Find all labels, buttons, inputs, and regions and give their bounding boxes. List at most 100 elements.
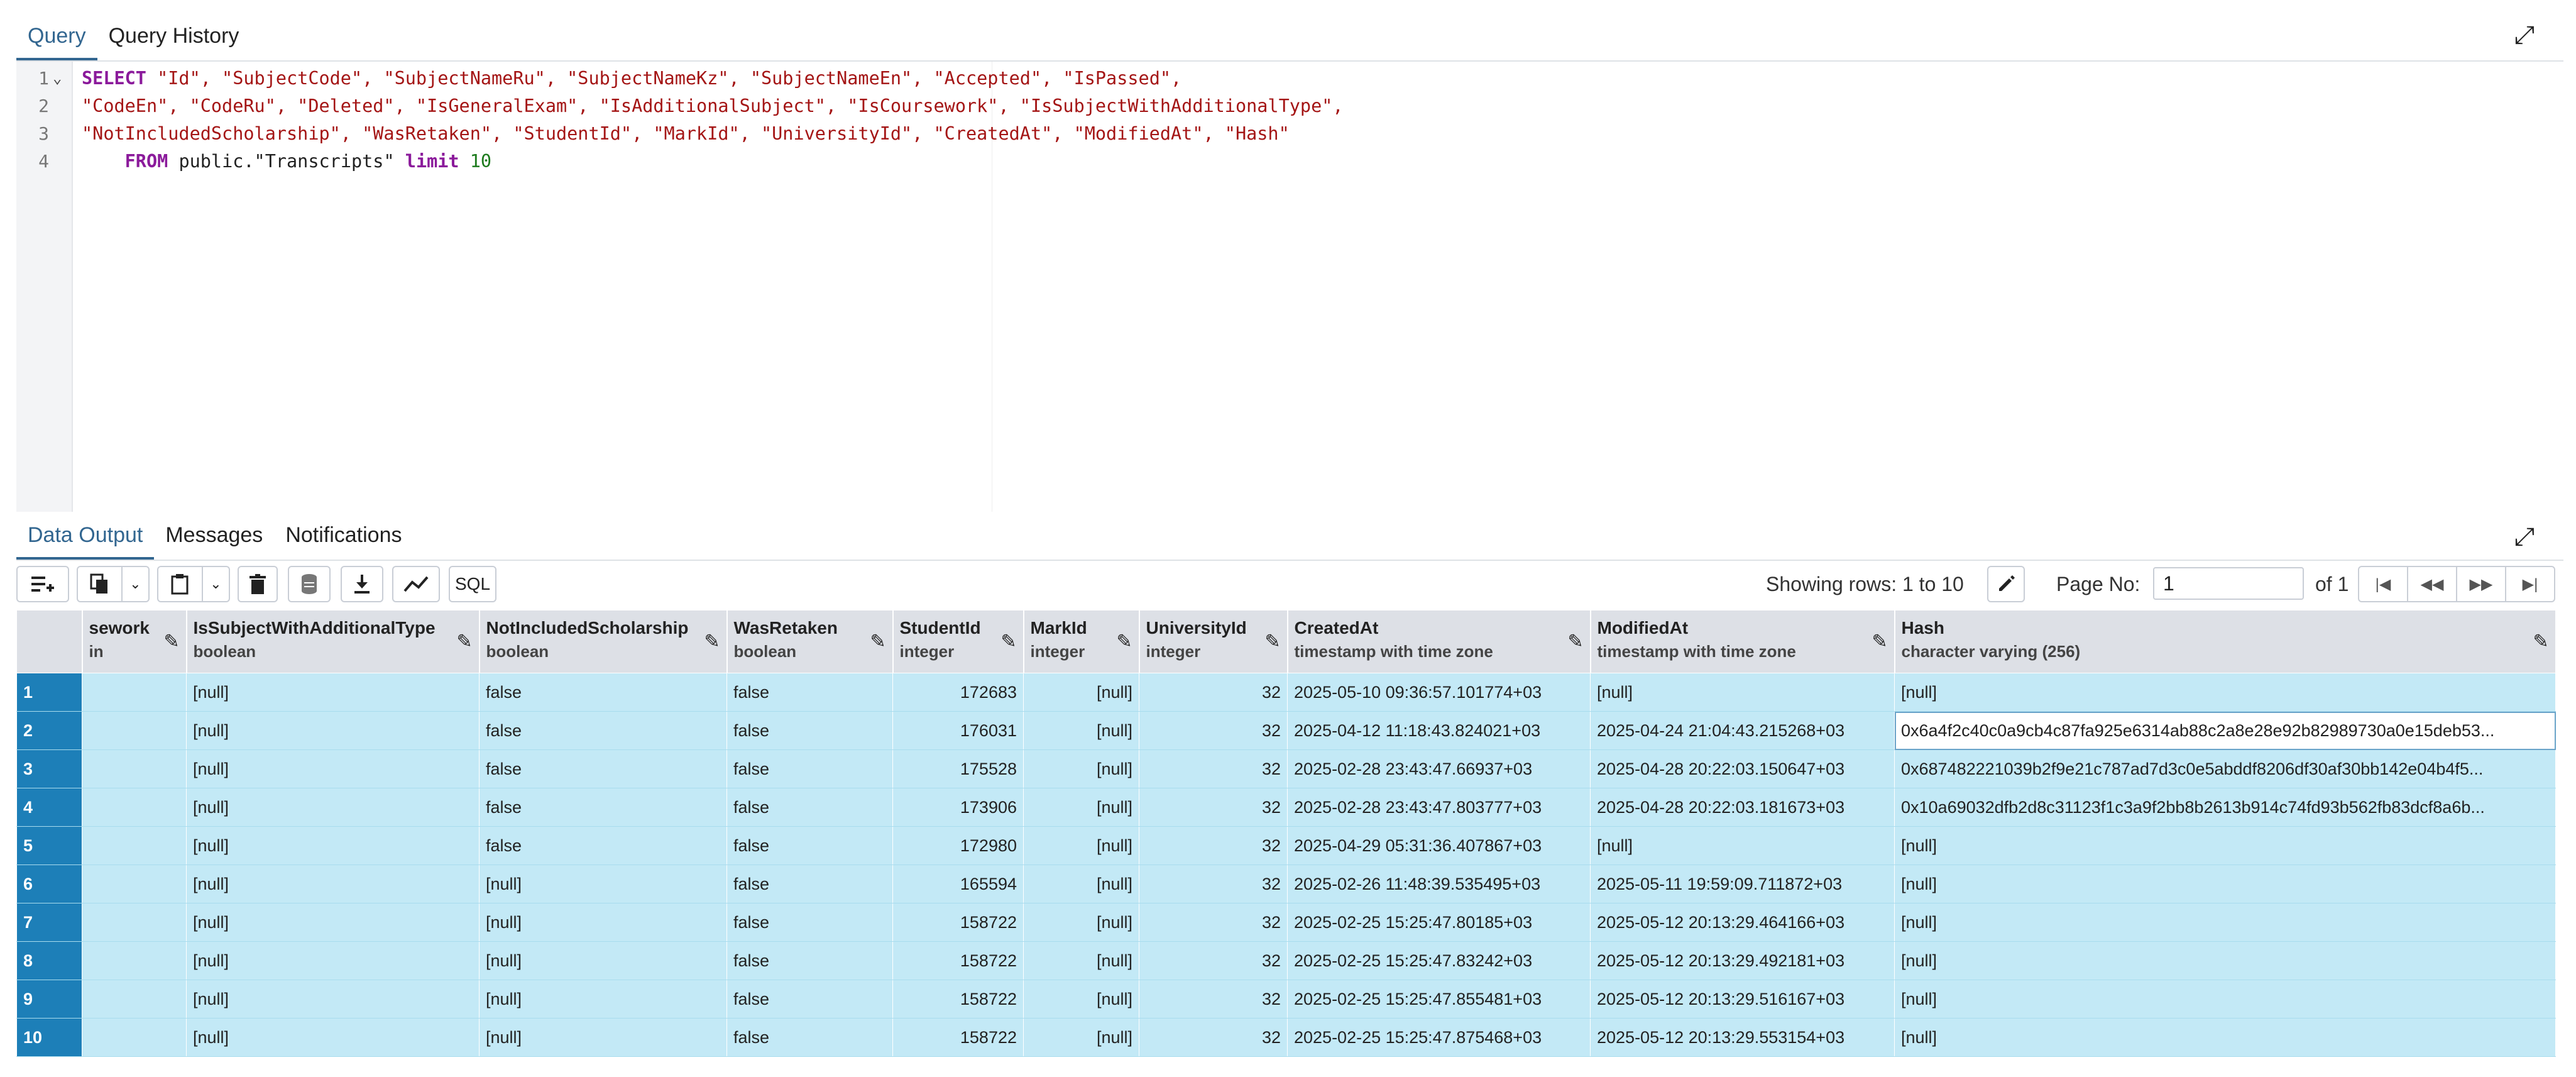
row-number[interactable]: 5	[16, 826, 82, 865]
table-cell[interactable]: [null]	[1894, 1018, 2556, 1057]
last-page-icon[interactable]: ▶|	[2505, 567, 2554, 601]
tab-messages[interactable]: Messages	[154, 514, 274, 560]
table-cell[interactable]: 2025-02-28 23:43:47.803777+03	[1287, 788, 1591, 827]
tab-notifications[interactable]: Notifications	[274, 514, 413, 560]
table-cell[interactable]: [null]	[186, 788, 480, 827]
table-cell[interactable]	[82, 903, 187, 942]
table-cell[interactable]: [null]	[1023, 826, 1139, 865]
table-cell[interactable]: [null]	[1023, 1018, 1139, 1057]
pencil-icon[interactable]: ✎	[704, 631, 720, 653]
edit-row-count-button[interactable]	[1987, 566, 2025, 602]
table-cell[interactable]: 2025-05-12 20:13:29.553154+03	[1590, 1018, 1895, 1057]
table-cell[interactable]: [null]	[1023, 788, 1139, 827]
table-cell[interactable]: 32	[1139, 788, 1288, 827]
table-cell[interactable]: false	[726, 826, 893, 865]
table-cell[interactable]: false	[479, 673, 727, 712]
column-header[interactable]: NotIncludedScholarship boolean ✎	[479, 610, 728, 673]
table-cell[interactable]	[82, 673, 187, 712]
table-cell[interactable]: 2025-02-28 23:43:47.66937+03	[1287, 749, 1591, 788]
table-cell[interactable]: 32	[1139, 673, 1288, 712]
table-cell[interactable]: 172980	[892, 826, 1024, 865]
table-cell[interactable]: 32	[1139, 1018, 1288, 1057]
pencil-icon[interactable]: ✎	[870, 631, 885, 653]
previous-page-icon[interactable]: ◀◀	[2407, 567, 2456, 601]
pencil-icon[interactable]: ✎	[2533, 631, 2548, 653]
table-cell[interactable]	[82, 980, 187, 1019]
table-cell[interactable]: [null]	[479, 864, 727, 903]
table-cell[interactable]: 165594	[892, 864, 1024, 903]
table-cell[interactable]: 32	[1139, 749, 1288, 788]
table-cell[interactable]: false	[479, 826, 727, 865]
add-row-button[interactable]	[16, 566, 69, 602]
table-cell[interactable]: [null]	[186, 826, 480, 865]
table-cell[interactable]: [null]	[479, 1018, 727, 1057]
table-cell[interactable]: [null]	[479, 903, 727, 942]
graph-visualiser-button[interactable]	[392, 566, 440, 602]
column-header[interactable]: ModifiedAt timestamp with time zone ✎	[1590, 610, 1895, 673]
table-cell[interactable]: [null]	[186, 711, 480, 750]
table-cell[interactable]: 2025-02-25 15:25:47.875468+03	[1287, 1018, 1591, 1057]
column-header[interactable]: WasRetaken boolean ✎	[726, 610, 894, 673]
column-header[interactable]: CreatedAt timestamp with time zone ✎	[1287, 610, 1591, 673]
table-cell[interactable]: [null]	[186, 941, 480, 980]
table-cell[interactable]: [null]	[479, 941, 727, 980]
table-cell[interactable]: 2025-04-12 11:18:43.824021+03	[1287, 711, 1591, 750]
table-cell[interactable]: [null]	[1023, 980, 1139, 1019]
table-cell[interactable]: false	[726, 980, 893, 1019]
table-cell[interactable]: [null]	[1894, 941, 2556, 980]
table-cell[interactable]: 176031	[892, 711, 1024, 750]
table-row[interactable]: 2 [null] false false 176031 [null] 32 2025-04-1…	[16, 711, 2556, 750]
table-cell[interactable]: 32	[1139, 826, 1288, 865]
table-cell[interactable]: false	[479, 749, 727, 788]
table-cell[interactable]: 2025-05-12 20:13:29.516167+03	[1590, 980, 1895, 1019]
table-cell[interactable]	[82, 1018, 187, 1057]
table-cell[interactable]: 2025-04-24 21:04:43.215268+03	[1590, 711, 1895, 750]
table-cell[interactable]: false	[479, 711, 727, 750]
fold-chevron-icon[interactable]: ⌄	[53, 69, 62, 87]
table-row[interactable]: 5 [null] false false 172980 [null] 32 2025-04-2…	[16, 826, 2556, 865]
row-number[interactable]: 8	[16, 941, 82, 980]
row-number[interactable]: 9	[16, 980, 82, 1019]
pencil-icon[interactable]: ✎	[1872, 631, 1887, 653]
chevron-down-icon[interactable]: ⌄	[201, 567, 229, 601]
table-cell[interactable]: [null]	[186, 864, 480, 903]
table-row[interactable]: 3 [null] false false 175528 [null] 32 2025-02-2…	[16, 749, 2556, 788]
table-cell[interactable]: [null]	[1894, 673, 2556, 712]
sql-button[interactable]: SQL	[449, 566, 496, 602]
pencil-icon[interactable]: ✎	[1264, 631, 1280, 653]
table-cell[interactable]: false	[726, 749, 893, 788]
pencil-icon[interactable]: ✎	[1000, 631, 1016, 653]
table-cell[interactable]: 172683	[892, 673, 1024, 712]
table-cell[interactable]: false	[726, 673, 893, 712]
table-cell[interactable]: [null]	[1023, 864, 1139, 903]
table-cell[interactable]: [null]	[1894, 980, 2556, 1019]
tab-query[interactable]: Query	[16, 15, 97, 60]
expand-icon[interactable]: ⤢	[2511, 21, 2538, 49]
first-page-icon[interactable]: |◀	[2359, 567, 2407, 601]
table-cell[interactable]: [null]	[1590, 826, 1895, 865]
table-cell[interactable]: 0x10a69032dfb2d8c31123f1c3a9f2bb8b2613b9…	[1894, 788, 2556, 827]
row-number[interactable]: 4	[16, 788, 82, 827]
next-page-icon[interactable]: ▶▶	[2456, 567, 2505, 601]
table-cell[interactable]: 2025-02-25 15:25:47.80185+03	[1287, 903, 1591, 942]
table-cell[interactable]: 32	[1139, 864, 1288, 903]
table-cell[interactable]: 158722	[892, 980, 1024, 1019]
row-number[interactable]: 10	[16, 1018, 82, 1057]
pencil-icon[interactable]: ✎	[1567, 631, 1583, 653]
pencil-icon[interactable]: ✎	[163, 631, 179, 653]
table-cell[interactable]: 175528	[892, 749, 1024, 788]
table-cell[interactable]: 0x6a4f2c40c0a9cb4c87fa925e6314ab88c2a8e2…	[1894, 711, 2556, 750]
table-cell[interactable]: [null]	[1023, 941, 1139, 980]
row-number[interactable]: 2	[16, 711, 82, 750]
table-cell[interactable]: false	[726, 1018, 893, 1057]
table-cell[interactable]: [null]	[1894, 864, 2556, 903]
expand-icon[interactable]: ⤢	[2511, 523, 2538, 551]
table-cell[interactable]: 2025-02-26 11:48:39.535495+03	[1287, 864, 1591, 903]
table-cell[interactable]	[82, 711, 187, 750]
table-cell[interactable]: false	[726, 864, 893, 903]
table-cell[interactable]: false	[726, 941, 893, 980]
table-cell[interactable]: 32	[1139, 711, 1288, 750]
row-number[interactable]: 6	[16, 864, 82, 903]
column-header[interactable]: UniversityId integer ✎	[1139, 610, 1288, 673]
copy-button[interactable]: ⌄	[77, 566, 150, 602]
